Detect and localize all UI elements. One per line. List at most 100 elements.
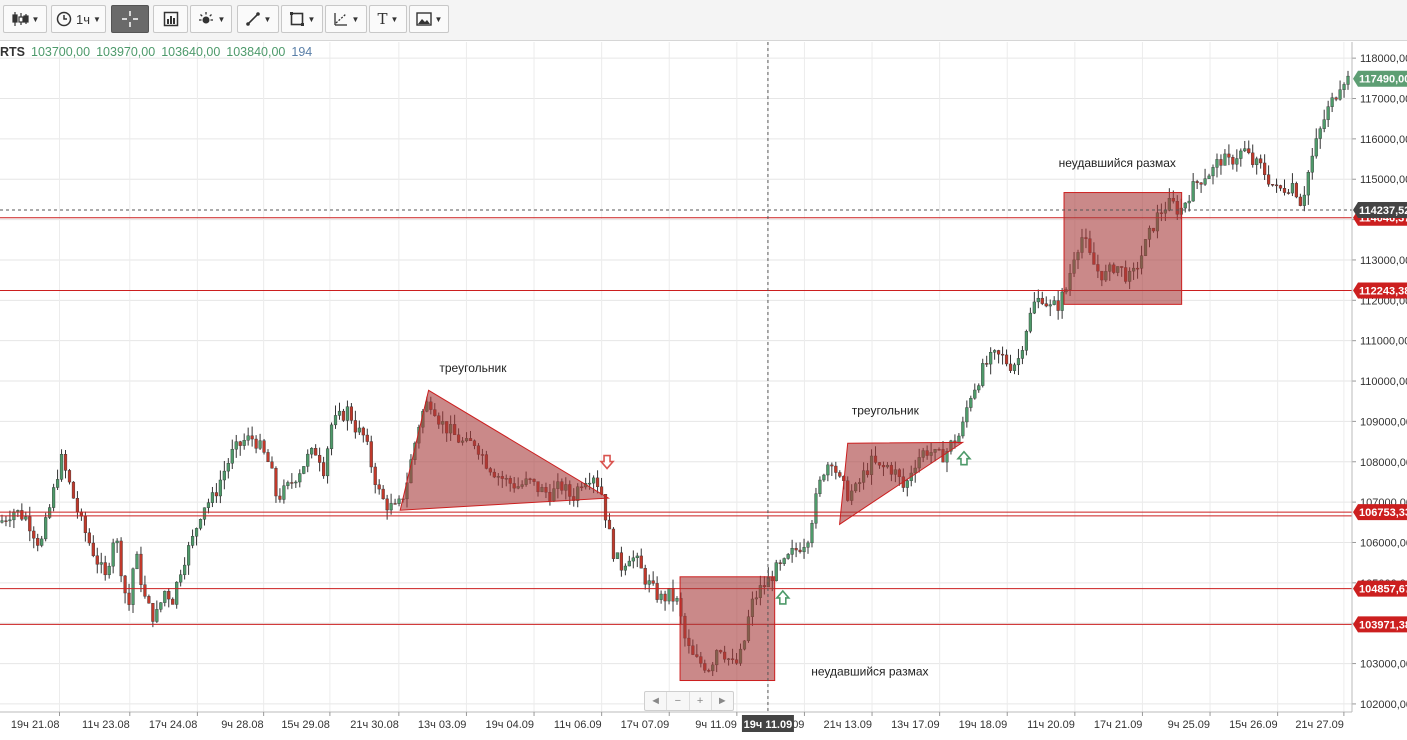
zoom-in-button[interactable]: + — [690, 692, 712, 710]
candle — [67, 470, 72, 483]
chevron-down-icon: ▼ — [93, 14, 101, 24]
candle — [1231, 157, 1235, 165]
candle — [206, 502, 211, 508]
indicators-panel-button[interactable] — [153, 5, 188, 33]
fib-tool-button[interactable]: ▼ — [325, 5, 367, 33]
candle — [623, 565, 627, 571]
price-chart[interactable]: 102000,00103000,00104000,00105000,001060… — [0, 42, 1407, 740]
candle — [1270, 184, 1275, 186]
candle — [183, 564, 187, 575]
x-tick-label: 15ч 26.09 — [1229, 719, 1278, 731]
candle — [71, 481, 76, 499]
interval-button[interactable]: 1ч ▼ — [51, 5, 106, 33]
x-tick-label: 17ч 24.08 — [149, 719, 198, 731]
candle — [1024, 331, 1028, 351]
chevron-down-icon: ▼ — [434, 14, 443, 24]
scroll-left-button[interactable]: ◄ — [645, 692, 668, 710]
candle — [1259, 158, 1263, 164]
chart-navigation: ◄ − + ► — [644, 691, 734, 711]
candle — [1183, 202, 1187, 209]
candle — [615, 552, 620, 559]
candle — [1322, 119, 1326, 129]
candle — [1227, 153, 1231, 158]
candle — [639, 555, 643, 569]
chevron-down-icon: ▼ — [351, 14, 360, 24]
level-price-badge: 106753,33 — [1353, 504, 1407, 521]
candle — [36, 538, 40, 546]
candle — [1334, 97, 1338, 100]
candle — [826, 464, 830, 476]
candle — [1223, 153, 1227, 166]
candle — [333, 415, 338, 426]
candle — [1036, 297, 1040, 303]
candle — [147, 596, 151, 604]
candle — [143, 584, 147, 597]
y-tick-label: 118000,00 — [1360, 53, 1407, 65]
candle — [830, 464, 834, 467]
scroll-right-button[interactable]: ► — [712, 692, 733, 710]
image-tool-button[interactable]: ▼ — [409, 5, 449, 33]
candle — [254, 438, 258, 449]
symbol-label: RTS — [0, 45, 25, 59]
candle — [310, 448, 314, 455]
level-price-badge: 104857,67 — [1353, 580, 1407, 597]
candle — [1044, 303, 1048, 307]
candle — [651, 580, 655, 584]
candle — [8, 519, 12, 522]
badge-label: 112243,38 — [1359, 285, 1407, 297]
candle — [1008, 363, 1013, 371]
crosshair-button[interactable] — [111, 5, 149, 33]
candle — [1235, 158, 1239, 165]
x-tick-label: 11ч 23.08 — [82, 719, 130, 731]
candle — [1286, 192, 1291, 194]
indicators-button[interactable]: ▼ — [190, 5, 232, 33]
chart-type-button[interactable]: ▼ — [3, 5, 47, 33]
candle — [1247, 148, 1251, 154]
annotation-label: треугольник — [439, 361, 507, 375]
candle — [607, 519, 612, 530]
y-tick-label: 103000,00 — [1360, 659, 1407, 671]
candle — [969, 398, 973, 408]
candle — [1203, 178, 1207, 185]
y-tick-label: 113000,00 — [1360, 255, 1407, 267]
candle — [246, 435, 250, 441]
ohlc-legend: RTS 103700,00 103970,00 103640,00 103840,00 1… — [0, 45, 312, 59]
annotation-label: треугольник — [852, 404, 920, 418]
candle — [981, 363, 985, 386]
candle — [1020, 350, 1025, 359]
badge-label: 104857,67 — [1359, 584, 1407, 596]
candle — [230, 448, 234, 464]
candle — [659, 593, 663, 600]
candle — [123, 575, 127, 594]
candle — [1251, 152, 1255, 165]
candle — [1012, 364, 1017, 371]
x-tick-label: 19ч 21.08 — [11, 719, 60, 731]
candle — [365, 434, 369, 442]
badge-label: 114237,52 — [1359, 205, 1407, 217]
candle — [1052, 300, 1056, 305]
text-tool-button[interactable]: T ▼ — [369, 5, 407, 33]
candle — [1302, 194, 1306, 206]
candle — [135, 553, 139, 570]
candle — [250, 435, 254, 440]
volume-value: 194 — [291, 45, 313, 59]
candle — [655, 583, 659, 600]
candle — [997, 350, 1001, 355]
plot-area — [0, 42, 1352, 712]
y-tick-label: 111000,00 — [1360, 336, 1407, 348]
candle — [619, 552, 623, 571]
candle — [1056, 300, 1060, 311]
candle — [1048, 304, 1052, 307]
shape-tool-button[interactable]: ▼ — [281, 5, 323, 33]
candle — [1211, 167, 1215, 177]
zoom-out-button[interactable]: − — [667, 692, 690, 710]
candle — [985, 363, 989, 365]
candle — [1326, 106, 1330, 120]
candle — [194, 528, 199, 537]
x-tick-label: 17ч 07.09 — [621, 719, 670, 731]
badge-label: 103971,38 — [1359, 619, 1407, 631]
candle — [127, 592, 131, 605]
candle — [1191, 181, 1195, 202]
line-tool-button[interactable]: ▼ — [237, 5, 279, 33]
candle — [286, 482, 290, 486]
